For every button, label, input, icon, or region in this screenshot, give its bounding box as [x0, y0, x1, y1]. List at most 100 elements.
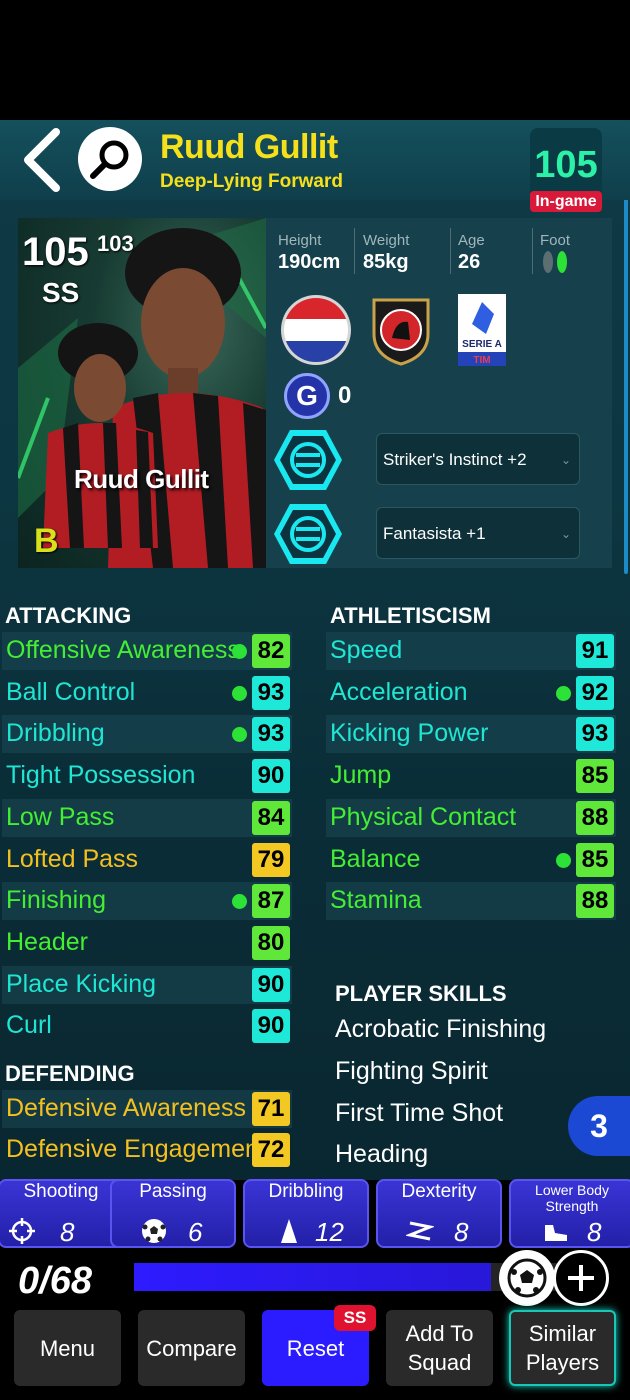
stat-row: Ball Control 93 [2, 674, 292, 712]
card-boosted-overall: 103 [97, 231, 134, 256]
boost-value: 8 [454, 1217, 469, 1247]
chevron-down-icon: ⌄ [560, 527, 571, 541]
similar-players-button[interactable]: Similar Players [509, 1310, 616, 1386]
ball-icon [142, 1219, 166, 1243]
stat-name: Speed [330, 636, 403, 664]
additional-skill-2-label: Fantasista +1 [383, 524, 486, 543]
attacking-title: ATTACKING [5, 603, 132, 628]
ball-button[interactable] [499, 1250, 555, 1306]
club-crest-icon [372, 298, 430, 366]
player-position: Deep-Lying Forward [160, 171, 343, 192]
stat-value: 91 [576, 634, 614, 668]
boost-label: Passing [139, 1181, 207, 1202]
athleticism-title: ATHLETISCISM [330, 603, 491, 628]
league-name: SERIE A [462, 339, 502, 350]
player-skill-item: First Time Shot [335, 1099, 504, 1127]
stat-value: 84 [252, 800, 290, 835]
stat-row: Header 80 [2, 924, 292, 962]
stat-name: Offensive Awareness [6, 636, 240, 664]
boost-card-shooting[interactable]: Shooting 8 [0, 1179, 124, 1248]
screen: Ruud Gullit Deep-Lying Forward 105 In-ga… [0, 0, 630, 1400]
crosshair-icon [9, 1218, 35, 1244]
boost-dot-icon [232, 894, 247, 910]
add-to-squad-button[interactable]: Add To Squad [386, 1310, 493, 1386]
stat-value: 71 [252, 1092, 290, 1126]
player-name: Ruud Gullit [160, 128, 338, 166]
status-area [0, 0, 630, 120]
stat-value: 85 [576, 842, 614, 877]
search-button[interactable] [78, 127, 142, 191]
height-label: Height [278, 232, 322, 249]
foot-label: Foot [540, 232, 571, 249]
stat-row: Jump 85 [326, 757, 616, 795]
boost-dot-icon [232, 685, 247, 701]
boost-value: 12 [315, 1217, 344, 1247]
stat-value: 82 [252, 634, 290, 668]
stat-row: Defensive Awareness 71 [2, 1090, 292, 1128]
compare-button[interactable]: Compare [138, 1310, 245, 1386]
card-player-name: Ruud Gullit [74, 464, 209, 494]
weight-value: 85kg [363, 251, 409, 273]
player-skills-title: PLAYER SKILLS [335, 981, 507, 1006]
divider [450, 228, 451, 274]
boost-label: Dribbling [268, 1181, 344, 1202]
age-label: Age [458, 232, 485, 249]
stat-name: Defensive Engagement [6, 1135, 266, 1163]
additional-skill-select-2[interactable]: Fantasista +1 ⌄ [376, 507, 580, 559]
boost-card-dexterity[interactable]: Dexterity 8 [376, 1179, 502, 1248]
g-count: 0 [338, 382, 352, 409]
weight-label: Weight [363, 232, 410, 249]
stat-value: 93 [576, 717, 614, 752]
league-sponsor: TIM [473, 355, 490, 366]
height-value: 190cm [278, 251, 341, 273]
ball-icon [507, 1258, 547, 1298]
scrollbar[interactable] [624, 196, 628, 574]
boost-card-lower-body-strength[interactable]: Lower Body Strength 8 [509, 1179, 630, 1248]
player-skill-item: Acrobatic Finishing [335, 1015, 547, 1043]
stat-row: Lofted Pass 79 [2, 841, 292, 879]
card-grade: B [34, 522, 59, 560]
stat-row: Finishing 87 [2, 882, 292, 921]
menu-button[interactable]: Menu [14, 1310, 121, 1386]
additional-skill-1-label: Striker's Instinct +2 [383, 450, 527, 469]
stat-row: Tight Possession 90 [2, 757, 292, 795]
chevron-down-icon: ⌄ [560, 453, 571, 467]
g-badge-icon: G [284, 373, 330, 419]
stat-value: 88 [576, 884, 614, 919]
stat-value: 90 [252, 1009, 290, 1044]
additional-skill-select-1[interactable]: Striker's Instinct +2 ⌄ [376, 433, 580, 485]
stat-row: Speed 91 [326, 632, 616, 670]
divider [532, 228, 533, 274]
boost-value: 8 [60, 1217, 75, 1247]
stat-row: Stamina 88 [326, 882, 616, 921]
stat-value: 80 [252, 925, 290, 960]
stat-name: Physical Contact [330, 802, 517, 831]
stat-row: Defensive Engagement 72 [2, 1131, 292, 1169]
stat-value: 90 [252, 967, 290, 1002]
boost-dot-icon [556, 685, 571, 701]
stat-value: 93 [252, 717, 290, 752]
plus-icon [568, 1265, 594, 1291]
more-skills-count-button[interactable]: 3 [568, 1096, 630, 1156]
stat-value: 79 [252, 842, 290, 877]
cone-icon [281, 1219, 297, 1243]
foot-icon [543, 251, 567, 273]
league-logo-icon: SERIE A TIM [458, 294, 506, 366]
stat-name: Header [6, 927, 88, 956]
back-arrow-icon[interactable] [18, 126, 68, 194]
stat-value: 85 [576, 759, 614, 794]
stat-row: Low Pass 84 [2, 798, 292, 837]
progress-count: 0/68 [18, 1260, 92, 1302]
stat-value: 93 [252, 675, 290, 710]
boost-card-passing[interactable]: Passing 6 [110, 1179, 236, 1248]
stat-row: Offensive Awareness 82 [2, 632, 292, 670]
boost-card-dribbling[interactable]: Dribbling 12 [243, 1179, 369, 1248]
stat-name: Dribbling [6, 719, 105, 748]
boost-dot-icon [556, 852, 571, 868]
progress-fill [134, 1263, 491, 1291]
stat-name: Low Pass [6, 802, 115, 831]
reset-ss-badge: SS [334, 1305, 376, 1331]
card-tier: SS [42, 277, 80, 308]
stat-value: 72 [252, 1133, 290, 1167]
add-button[interactable] [553, 1250, 609, 1306]
